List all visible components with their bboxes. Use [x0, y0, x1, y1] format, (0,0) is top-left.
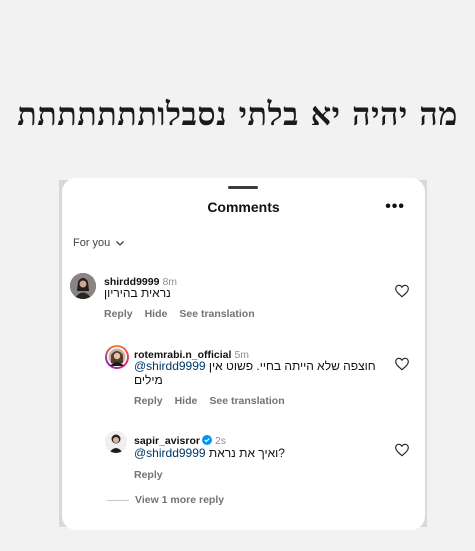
hide-button[interactable]: Hide	[145, 308, 168, 320]
headline-caption: מה יהיה יא בלתי נסבלותתתתתתת	[17, 95, 458, 133]
comment-item: sapir_avisror 2s @shirdd9999 ?ואיך את נרא…	[105, 431, 385, 483]
hide-button[interactable]: Hide	[175, 395, 198, 407]
heart-icon[interactable]	[394, 442, 410, 458]
avatar[interactable]	[105, 345, 129, 369]
comment-text: @shirdd9999 חוצפה שלא הייתה בחיי. פשוט א…	[134, 359, 384, 387]
sort-label: For you	[73, 237, 111, 249]
view-more-label: View 1 more reply	[135, 494, 225, 506]
reply-button[interactable]: Reply	[134, 469, 163, 481]
comment-item: rotemrabi.n_official 5m @shirdd9999 חוצפה…	[105, 345, 385, 409]
comment-text-line: ?ואיך את נראת	[208, 446, 285, 460]
heart-icon[interactable]	[394, 283, 410, 299]
see-translation-button[interactable]: See translation	[209, 395, 284, 407]
comments-sheet: Comments ••• For you shirdd9999 8m נראית …	[62, 178, 425, 530]
more-options-button[interactable]: •••	[385, 198, 405, 216]
view-more-replies-button[interactable]: View 1 more reply	[107, 494, 224, 506]
divider-line	[107, 499, 129, 501]
verified-badge-icon	[201, 435, 212, 445]
comment-text: @shirdd9999 ?ואיך את נראת	[134, 446, 285, 460]
mention-link[interactable]: @shirdd9999	[134, 446, 206, 460]
sheet-title: Comments	[207, 199, 280, 215]
comment-text: נראית בהיריון	[104, 286, 171, 300]
see-translation-button[interactable]: See translation	[179, 308, 254, 320]
comment-text-line: מילים	[134, 373, 163, 387]
chevron-down-icon	[116, 241, 125, 246]
avatar[interactable]	[70, 273, 96, 299]
avatar[interactable]	[105, 431, 127, 453]
drag-handle[interactable]	[228, 186, 258, 189]
sort-dropdown[interactable]: For you	[73, 237, 125, 249]
comment-text-line: חוצפה שלא הייתה בחיי. פשוט אין	[208, 359, 376, 373]
reply-button[interactable]: Reply	[104, 308, 133, 320]
comment-item: shirdd9999 8m נראית בהיריון Reply Hide Se…	[70, 272, 410, 322]
reply-button[interactable]: Reply	[134, 395, 163, 407]
mention-link[interactable]: @shirdd9999	[134, 359, 206, 373]
heart-icon[interactable]	[394, 356, 410, 372]
